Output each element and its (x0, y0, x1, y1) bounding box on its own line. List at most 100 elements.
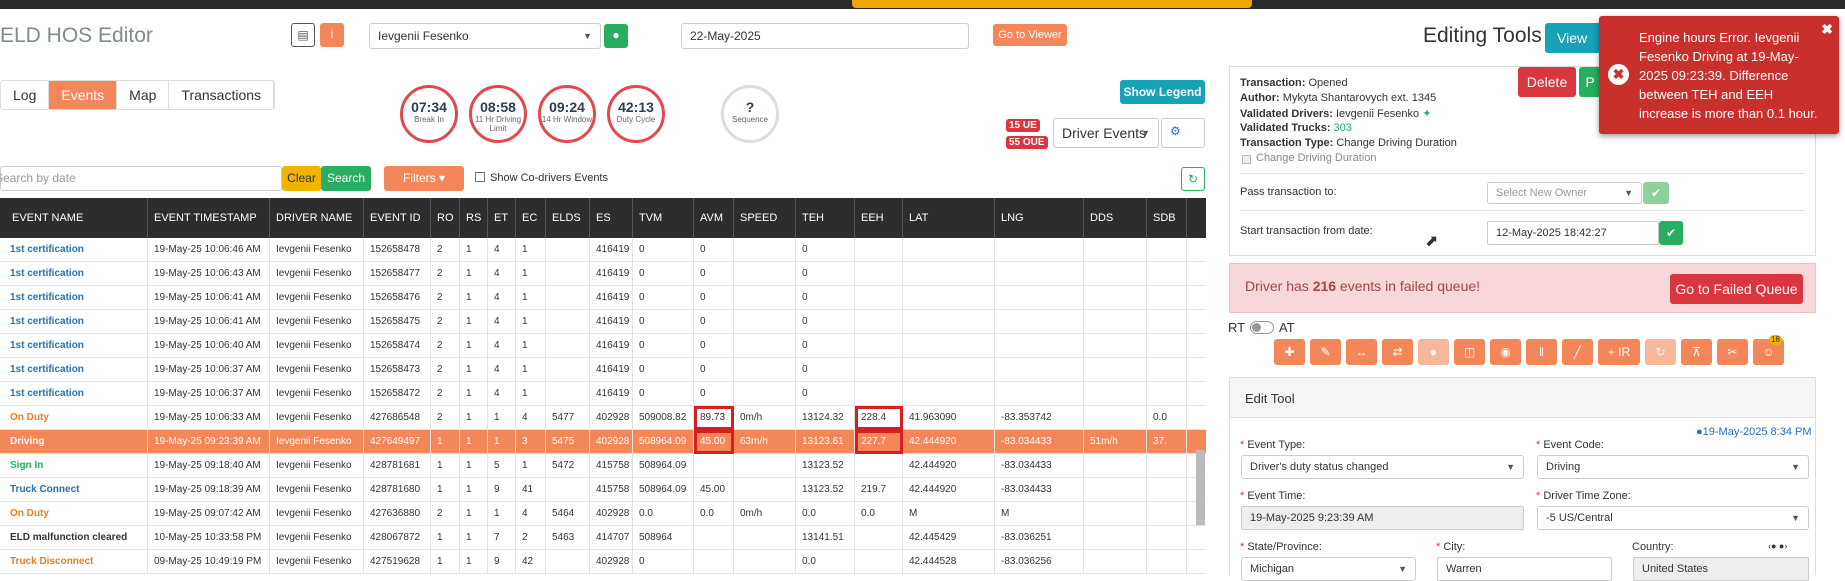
timezone-select[interactable]: -5 US/Central ▼ (1537, 506, 1809, 530)
delete-button[interactable]: Delete (1518, 67, 1576, 97)
column-header[interactable]: AVM (694, 198, 734, 238)
table-cell[interactable]: On Duty (0, 501, 148, 526)
info-icon[interactable]: i (320, 23, 344, 47)
column-header[interactable]: SPEED (734, 198, 796, 238)
table-cell[interactable]: 1st certification (0, 237, 148, 262)
table-cell[interactable]: 1st certification (0, 381, 148, 406)
column-header[interactable]: RO (431, 198, 460, 238)
users-icon[interactable]: ◉ (1490, 339, 1521, 365)
table-row[interactable]: 1st certification 19-May-25 10:06:41 AM Ie… (0, 309, 1206, 334)
confirm-owner-icon[interactable]: ✔ (1643, 182, 1669, 204)
date-input[interactable]: 22-May-2025 (681, 23, 969, 49)
table-cell[interactable]: 1st certification (0, 333, 148, 358)
column-header[interactable]: DRIVER NAME (270, 198, 364, 238)
search-button[interactable]: Search (321, 166, 371, 191)
table-cell[interactable]: ELD malfunction cleared (0, 525, 148, 550)
tab-events[interactable]: Events (49, 81, 118, 109)
column-header[interactable]: EVENT ID (364, 198, 431, 238)
scissors-icon[interactable]: ✂ (1717, 339, 1748, 365)
table-cell[interactable]: 1st certification (0, 309, 148, 334)
table-cell[interactable]: 1st certification (0, 261, 148, 286)
rotate-icon[interactable]: ↻ (1645, 339, 1676, 365)
trash-icon[interactable]: ◫ (1454, 339, 1485, 365)
swap-icon[interactable]: ⇄ (1382, 339, 1413, 365)
view-events-button[interactable]: View Ev (1545, 23, 1605, 76)
table-row[interactable]: 1st certification 19-May-25 10:06:43 AM Ie… (0, 261, 1206, 286)
city-input[interactable]: Warren (1437, 557, 1612, 581)
search-input[interactable]: Search by date (0, 166, 282, 191)
table-row[interactable]: 1st certification 19-May-25 10:06:37 AM Ie… (0, 381, 1206, 406)
driver-select[interactable]: Ievgenii Fesenko ▼ (369, 23, 601, 49)
table-cell[interactable]: Sign In (0, 453, 148, 478)
table-row[interactable]: Sign In 19-May-25 09:18:40 AM Ievgenii Fes… (0, 453, 1206, 478)
table-row[interactable]: 1st certification 19-May-25 10:06:40 AM Ie… (0, 333, 1206, 358)
table-cell[interactable]: 1st certification (0, 357, 148, 382)
go-to-failed-queue-button[interactable]: Go to Failed Queue (1670, 274, 1803, 304)
smiley-icon[interactable]: ☺ 18 (1753, 335, 1784, 365)
go-to-viewer-button[interactable]: Go to Viewer (993, 24, 1067, 46)
resize-icon[interactable]: ↔ (1346, 339, 1377, 365)
filters-button[interactable]: Filters ▾ (384, 166, 464, 191)
new-owner-select[interactable]: Select New Owner ▼ (1487, 182, 1642, 204)
add-ir-icon[interactable]: + IR (1598, 339, 1640, 365)
user-icon[interactable]: ● (604, 24, 628, 48)
column-header[interactable]: EVENT TIMESTAMP (148, 198, 270, 238)
oue-badge[interactable]: 55 OUE (1006, 136, 1048, 149)
ue-badge[interactable]: 15 UE (1006, 119, 1040, 132)
column-header[interactable]: LAT (903, 198, 995, 238)
table-row[interactable]: 1st certification 19-May-25 10:06:37 AM Ie… (0, 357, 1206, 382)
column-header[interactable]: ES (590, 198, 633, 238)
codrivers-checkbox[interactable] (475, 172, 485, 182)
show-legend-button[interactable]: Show Legend (1120, 80, 1205, 104)
column-header[interactable]: TVM (633, 198, 694, 238)
tab-map[interactable]: Map (117, 81, 170, 109)
table-cell[interactable]: Truck Connect (0, 477, 148, 502)
table-cell[interactable]: 1st certification (0, 285, 148, 310)
table-row[interactable]: 1st certification 19-May-25 10:06:46 AM Ie… (0, 237, 1206, 262)
start-date-input[interactable]: 12-May-2025 18:42:27 (1487, 221, 1659, 245)
column-header[interactable]: DDS (1084, 198, 1147, 238)
column-header[interactable]: LNG (995, 198, 1084, 238)
merge-icon[interactable]: ⊼ (1681, 339, 1712, 365)
event-type-select[interactable]: Driver's duty status changed ▼ (1241, 455, 1524, 479)
add-icon[interactable]: ✚ (1274, 339, 1305, 365)
edit-icon[interactable]: ✎ (1310, 339, 1341, 365)
table-row[interactable]: On Duty 19-May-25 09:07:42 AM Ievgenii Fes… (0, 501, 1206, 526)
column-header[interactable]: ELDS (546, 198, 590, 238)
column-header[interactable]: TEH (796, 198, 855, 238)
confirm-date-icon[interactable]: ✔ (1659, 221, 1683, 245)
change-duration-checkbox[interactable] (1242, 155, 1251, 164)
table-row[interactable]: Driving 19-May-25 09:23:39 AM Ievgenii Fes… (0, 429, 1206, 454)
table-cell[interactable]: Driving (0, 429, 148, 454)
rt-at-toggle[interactable] (1250, 321, 1274, 334)
columns-icon[interactable]: ‖ (1526, 339, 1557, 365)
refresh-icon[interactable]: ↻ (1181, 167, 1205, 191)
table-cell[interactable]: Truck Disconnect (0, 549, 148, 574)
tab-log[interactable]: Log (1, 81, 50, 109)
state-select[interactable]: Michigan ▼ (1241, 557, 1416, 581)
driver-events-select[interactable]: Driver Events ▼ (1053, 118, 1159, 148)
column-header[interactable]: EC (516, 198, 546, 238)
publish-button[interactable]: P (1579, 67, 1601, 97)
clear-button[interactable]: Clear (282, 166, 321, 191)
table-row[interactable]: On Duty 19-May-25 10:06:33 AM Ievgenii Fes… (0, 405, 1206, 430)
column-header[interactable]: ET (488, 198, 516, 238)
table-row[interactable]: Truck Disconnect 09-May-25 10:49:19 PM Iev… (0, 549, 1206, 574)
top-notification-bar[interactable] (852, 0, 1252, 8)
settings-dropdown[interactable]: ⚙ (1161, 118, 1205, 148)
magic-icon[interactable]: ╱ (1562, 339, 1593, 365)
event-code-select[interactable]: Driving ▼ (1537, 455, 1809, 479)
tab-transactions[interactable]: Transactions (169, 81, 275, 109)
country-input[interactable]: United States (1633, 557, 1809, 581)
table-cell[interactable]: On Duty (0, 405, 148, 430)
close-icon[interactable]: ✖ (1821, 20, 1833, 39)
column-header[interactable]: EVENT NAME (0, 198, 148, 238)
table-row[interactable]: ELD malfunction cleared 10-May-25 10:33:5… (0, 525, 1206, 550)
column-header[interactable]: RS (460, 198, 488, 238)
document-icon[interactable]: ▤ (291, 23, 315, 47)
table-row[interactable]: Truck Connect 19-May-25 09:18:39 AM Ievgen… (0, 477, 1206, 502)
user-icon[interactable]: ● (1418, 339, 1449, 365)
location-icons[interactable]: ‹● ●› (1768, 541, 1787, 551)
column-header[interactable]: EEH (855, 198, 903, 238)
column-header[interactable]: SDB (1147, 198, 1187, 238)
